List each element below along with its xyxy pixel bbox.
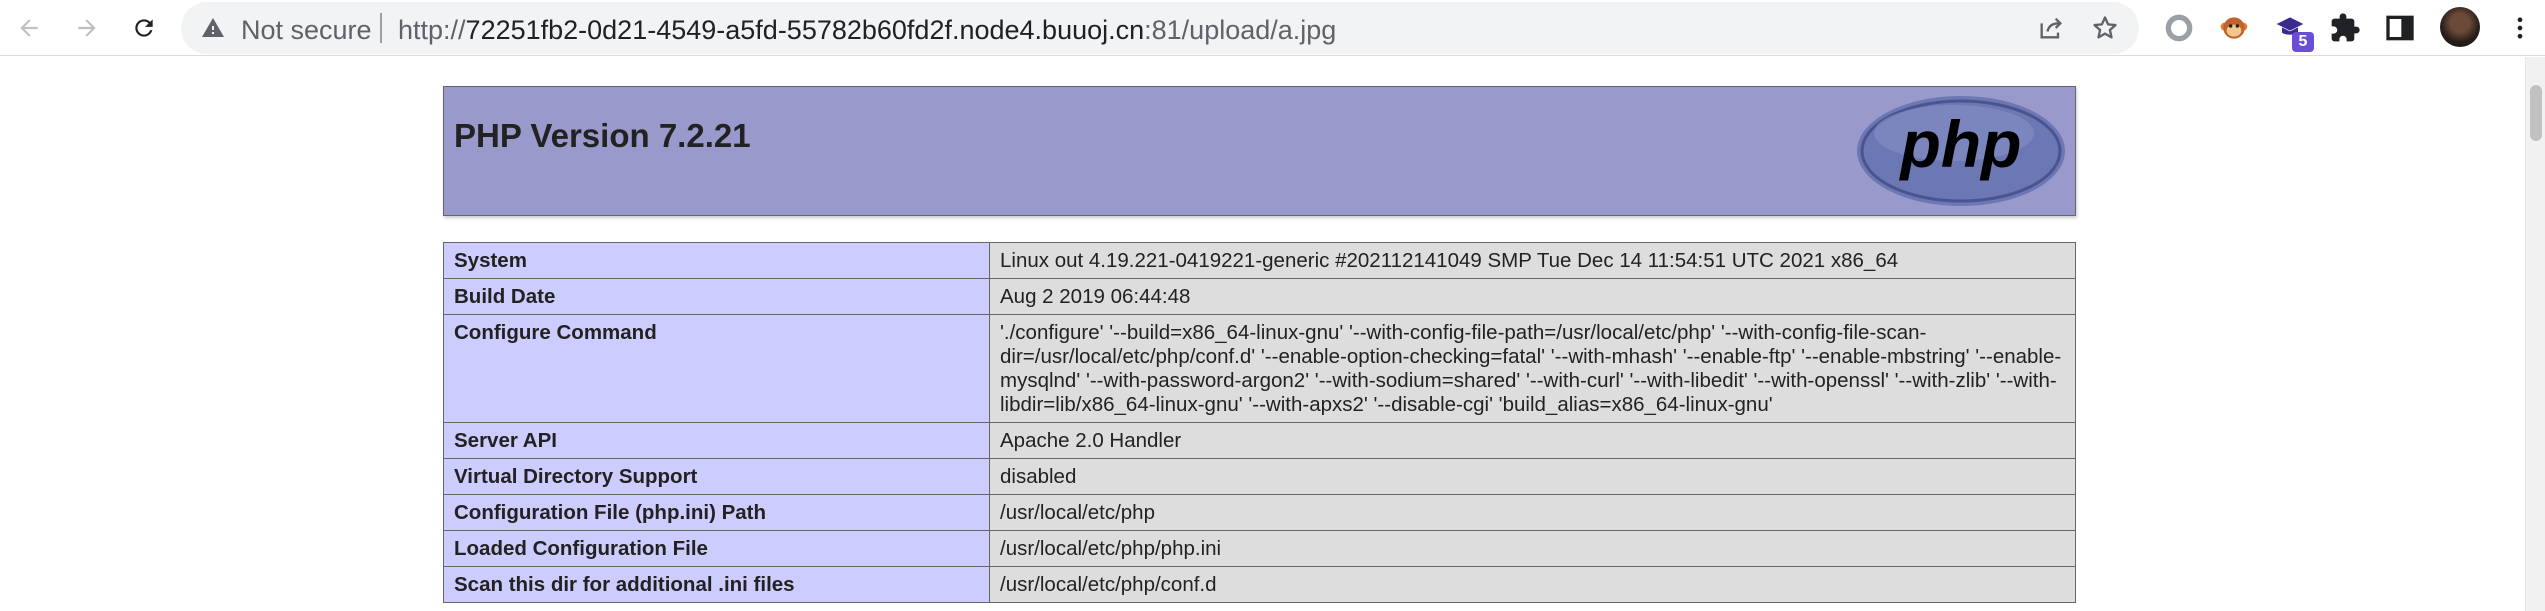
table-row: Server API Apache 2.0 Handler [443, 422, 2076, 459]
table-row: Virtual Directory Support disabled [443, 458, 2076, 495]
omnibox-divider [380, 13, 382, 43]
page-title: PHP Version 7.2.21 [454, 117, 751, 154]
extension-cap-button[interactable]: 5 [2272, 10, 2314, 52]
url-scheme: http:// [398, 15, 466, 45]
avatar[interactable] [2440, 7, 2480, 47]
kebab-menu-icon [2517, 17, 2523, 39]
browser-toolbar: Not secure http://72251fb2-0d21-4549-a5f… [0, 0, 2545, 56]
php-logo[interactable]: php [1854, 93, 2069, 209]
row-value: /usr/local/etc/php/php.ini [989, 530, 2076, 567]
row-label: Configure Command [443, 314, 990, 423]
extensions-button[interactable] [2327, 10, 2363, 46]
back-button[interactable] [9, 8, 49, 48]
extension-circle-button[interactable] [2161, 10, 2197, 46]
row-label: Scan this dir for additional .ini files [443, 566, 990, 603]
security-status-label[interactable]: Not secure [241, 15, 372, 46]
url-host: 72251fb2-0d21-4549-a5fd-55782b60fd2f.nod… [465, 15, 1145, 45]
row-value: './configure' '--build=x86_64-linux-gnu'… [989, 314, 2076, 423]
forward-button[interactable] [67, 8, 107, 48]
share-button[interactable] [2035, 12, 2067, 44]
address-bar[interactable]: Not secure http://72251fb2-0d21-4549-a5f… [181, 2, 2139, 54]
reload-button[interactable] [124, 8, 164, 48]
row-value: /usr/local/etc/php/conf.d [989, 566, 2076, 603]
extension-monkey-button[interactable] [2216, 10, 2252, 46]
row-value: Apache 2.0 Handler [989, 422, 2076, 459]
row-label: Virtual Directory Support [443, 458, 990, 495]
table-row: Configure Command './configure' '--build=… [443, 314, 2076, 423]
scrollbar-thumb[interactable] [2530, 85, 2542, 141]
table-row: Build Date Aug 2 2019 06:44:48 [443, 278, 2076, 315]
circle-extension-icon [2165, 14, 2193, 42]
row-label: System [443, 242, 990, 279]
table-row: Configuration File (php.ini) Path/usr/lo… [443, 494, 2076, 531]
php-logo-text: php [1899, 107, 2022, 181]
reload-icon [135, 19, 153, 37]
row-value: disabled [989, 458, 2076, 495]
extension-badge: 5 [2292, 32, 2314, 52]
row-value: Aug 2 2019 06:44:48 [989, 278, 2076, 315]
php-info-table: System Linux out 4.19.221-0419221-generic… [443, 242, 2076, 603]
row-label: Loaded Configuration File [443, 530, 990, 567]
table-row: Scan this dir for additional .ini files /… [443, 566, 2076, 603]
url-text[interactable]: http://72251fb2-0d21-4549-a5fd-55782b60f… [398, 15, 1336, 46]
sidebar-icon [2386, 15, 2414, 41]
star-icon [2093, 16, 2117, 39]
row-label: Configuration File (php.ini) Path [443, 494, 990, 531]
row-label: Server API [443, 422, 990, 459]
forward-arrow-icon [78, 19, 96, 37]
php-version-header: PHP Version 7.2.21 php [443, 86, 2076, 216]
puzzle-icon [2331, 13, 2360, 42]
bookmark-star-button[interactable] [2089, 12, 2121, 44]
monkey-extension-icon [2220, 17, 2248, 39]
share-icon [2040, 17, 2062, 39]
table-row: Loaded Configuration File/usr/local/etc/… [443, 530, 2076, 567]
row-label: Build Date [443, 278, 990, 315]
table-row: System Linux out 4.19.221-0419221-generic… [443, 242, 2076, 279]
warning-triangle-icon [202, 18, 224, 37]
row-value: Linux out 4.19.221-0419221-generic #2021… [989, 242, 2076, 279]
page-scrollbar[interactable] [2525, 57, 2545, 611]
row-value: /usr/local/etc/php [989, 494, 2076, 531]
browser-menu-button[interactable] [2500, 8, 2540, 48]
side-panel-button[interactable] [2382, 10, 2418, 46]
url-path: :81/upload/a.jpg [1144, 15, 1337, 45]
back-arrow-icon [20, 19, 38, 37]
